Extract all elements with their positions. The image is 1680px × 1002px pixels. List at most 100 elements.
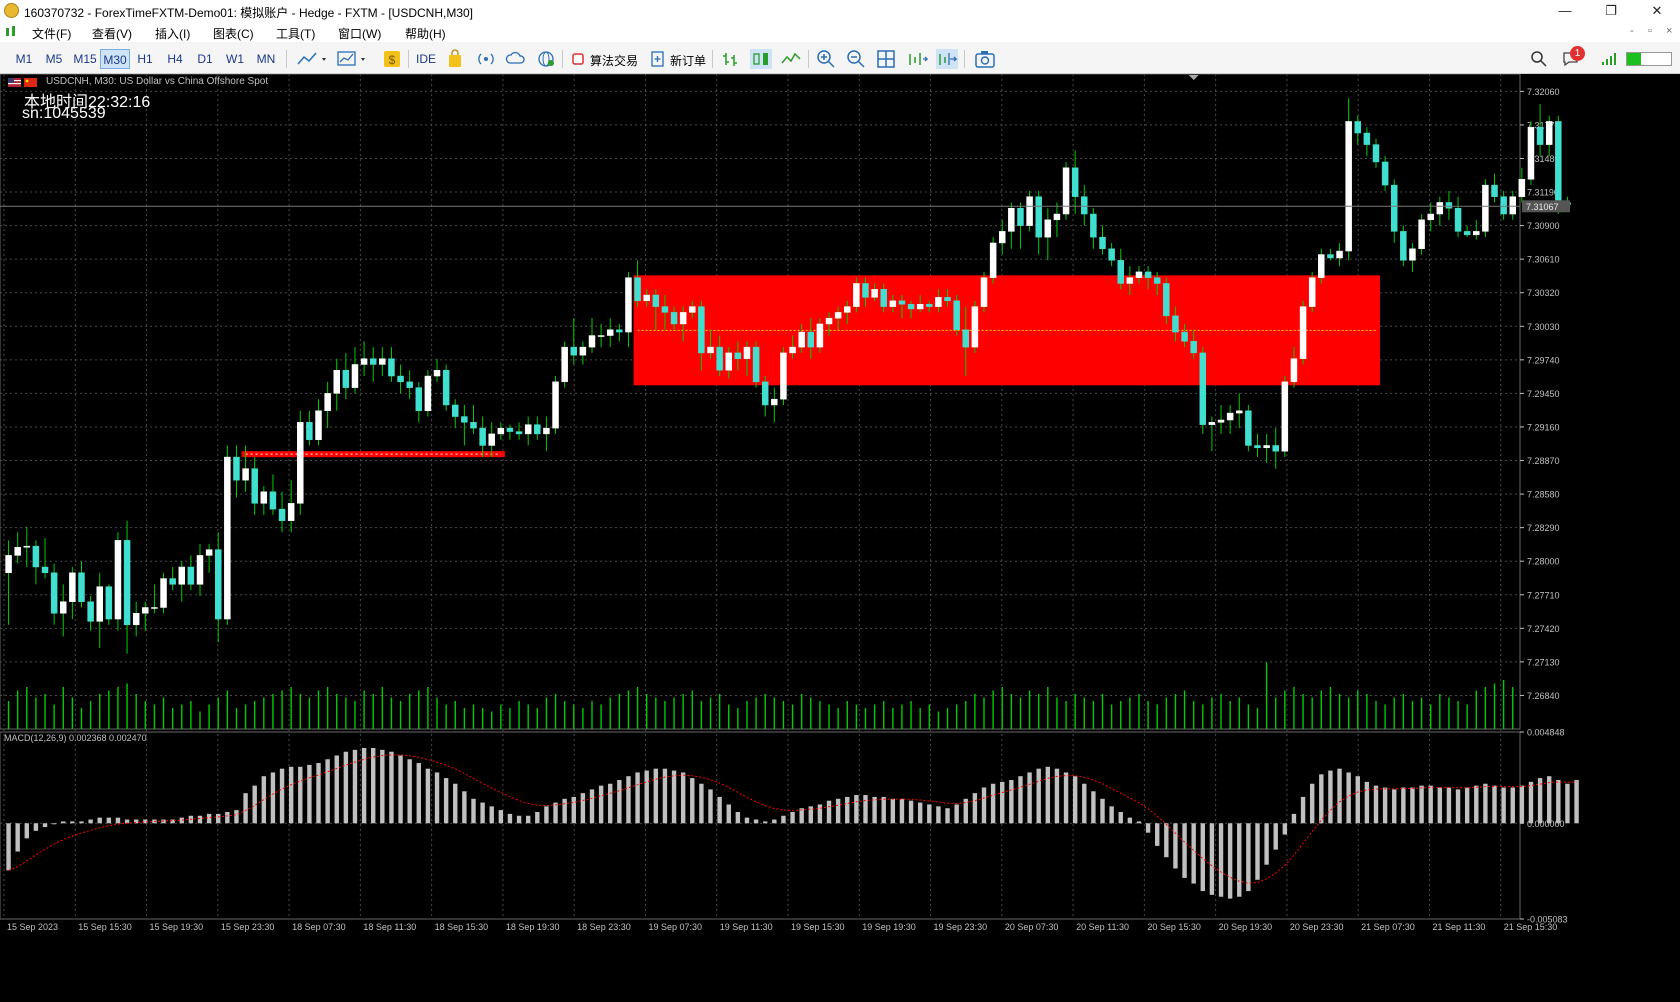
candle-body: [1290, 358, 1298, 383]
timeframe-d1[interactable]: D1: [192, 49, 218, 69]
timeframe-h4[interactable]: H4: [162, 49, 188, 69]
algo-trading-button[interactable]: 算法交易: [590, 52, 638, 69]
vps-globe-icon[interactable]: [536, 49, 556, 69]
candlestick-chart-icon[interactable]: [750, 49, 772, 69]
candle-body: [1062, 167, 1070, 215]
new-order-button[interactable]: 新订单: [670, 52, 706, 69]
screenshot-icon[interactable]: [974, 49, 996, 69]
menu-view[interactable]: 查看(V): [92, 25, 132, 42]
algo-trading-icon[interactable]: [570, 49, 586, 69]
zoom-in-icon[interactable]: [816, 49, 836, 69]
macd-histogram-bar: [1136, 821, 1142, 824]
timeframe-m15[interactable]: M15: [70, 49, 100, 69]
candle-body: [1491, 184, 1498, 197]
zoom-out-icon[interactable]: [846, 49, 866, 69]
candle-body: [971, 306, 979, 348]
time-axis-label: 21 Sep 07:30: [1361, 922, 1415, 932]
macd-histogram-bar: [1291, 813, 1297, 824]
macd-histogram-bar: [1145, 823, 1151, 833]
auto-scroll-icon[interactable]: [906, 49, 928, 69]
macd-histogram-bar: [480, 802, 485, 824]
macd-histogram-bar: [1155, 823, 1160, 846]
menu-window[interactable]: 窗口(W): [338, 25, 381, 42]
line-chart-icon[interactable]: [780, 49, 802, 69]
close-button[interactable]: ✕: [1634, 0, 1680, 22]
macd-histogram-bar: [1382, 787, 1388, 824]
menu-insert[interactable]: 插入(I): [155, 25, 190, 42]
ide-button[interactable]: IDE: [416, 52, 436, 66]
maximize-button[interactable]: ❐: [1588, 0, 1634, 22]
macd-histogram-bar: [316, 763, 321, 824]
market-bag-icon[interactable]: [446, 49, 464, 69]
candle-body: [406, 381, 413, 388]
title-bar: 160370732 - ForexTimeFXTM-Demo01: 模拟账户 -…: [0, 0, 1680, 22]
signals-icon[interactable]: [476, 49, 496, 69]
candle-body: [1381, 161, 1389, 186]
mdi-minimize-button[interactable]: -: [1630, 25, 1634, 37]
candle-body: [23, 545, 31, 548]
menu-tools[interactable]: 工具(T): [276, 25, 315, 42]
candle-body: [1482, 184, 1489, 232]
toolbar-separator: [408, 50, 409, 68]
candle-body: [1117, 260, 1124, 284]
mdi-close-button[interactable]: ×: [1666, 25, 1672, 37]
macd-histogram-bar: [425, 768, 431, 824]
minimize-button[interactable]: —: [1542, 0, 1588, 22]
macd-plot-frame: [0, 731, 1521, 920]
toolbar-separator: [286, 50, 287, 68]
macd-histogram-bar: [1510, 787, 1515, 824]
toolbar-separator: [712, 50, 713, 68]
candle-body: [1336, 250, 1343, 259]
timeframe-w1[interactable]: W1: [222, 49, 248, 69]
price-axis-label: 7.31190: [1527, 188, 1559, 198]
toolbar-separator: [964, 50, 965, 68]
macd-histogram-bar: [1355, 776, 1360, 824]
dollar-icon[interactable]: $: [383, 49, 401, 69]
time-axis-label: 15 Sep 2023: [7, 922, 58, 932]
macd-histogram-bar: [1173, 823, 1178, 869]
candle-body: [1236, 410, 1243, 414]
candle-body: [333, 370, 340, 394]
candle-body: [151, 607, 158, 609]
macd-histogram-bar: [6, 823, 11, 871]
macd-histogram-bar: [416, 763, 421, 824]
price-axis-label: 7.27130: [1527, 657, 1560, 667]
macd-histogram-bar: [1464, 787, 1470, 824]
candle-body: [1263, 445, 1270, 449]
toolbar: M1 M5 M15 M30 H1 H4 D1 W1 MN $ IDE 算法交易 …: [0, 42, 1680, 74]
candle-body: [743, 346, 751, 359]
menu-help[interactable]: 帮助(H): [405, 25, 446, 42]
macd-histogram-bar: [936, 806, 941, 824]
timeframe-m1[interactable]: M1: [10, 49, 38, 69]
price-chart[interactable]: 7.320607.317707.314807.311907.309007.306…: [0, 74, 1680, 1002]
time-axis-label: 18 Sep 19:30: [506, 922, 560, 932]
new-order-icon[interactable]: [650, 49, 666, 69]
tile-windows-icon[interactable]: [876, 49, 896, 69]
flags-icon: [8, 78, 37, 87]
macd-histogram-bar: [790, 811, 795, 824]
signal-strength-icon: [1602, 53, 1616, 65]
candle-body: [497, 427, 505, 435]
indicators-icon[interactable]: [336, 49, 370, 69]
candle-body: [1135, 271, 1143, 278]
bar-chart-icon[interactable]: [720, 49, 742, 69]
mdi-restore-button[interactable]: ▫: [1648, 25, 1652, 37]
line-study-icon[interactable]: [296, 49, 330, 69]
timeframe-m30[interactable]: M30: [100, 49, 130, 69]
timeframe-h1[interactable]: H1: [132, 49, 158, 69]
macd-histogram-bar: [1547, 776, 1552, 824]
menu-file[interactable]: 文件(F): [32, 25, 71, 42]
price-axis-label: 7.30320: [1527, 288, 1560, 298]
time-axis-label: 19 Sep 23:30: [934, 922, 988, 932]
macd-histogram-bar: [1000, 781, 1005, 824]
chart-shift-icon[interactable]: [936, 49, 958, 69]
candle-body: [634, 277, 641, 302]
search-icon[interactable]: [1530, 49, 1548, 69]
toolbar-separator: [562, 50, 563, 68]
chart-window[interactable]: 7.32060 7.31770 7.31480 7.31190 7.30900 7.306…: [0, 74, 1680, 1002]
candle-body: [944, 297, 951, 302]
cloud-icon[interactable]: [505, 49, 527, 69]
timeframe-m5[interactable]: M5: [40, 49, 68, 69]
timeframe-mn[interactable]: MN: [252, 49, 280, 69]
menu-charts[interactable]: 图表(C): [213, 25, 254, 42]
